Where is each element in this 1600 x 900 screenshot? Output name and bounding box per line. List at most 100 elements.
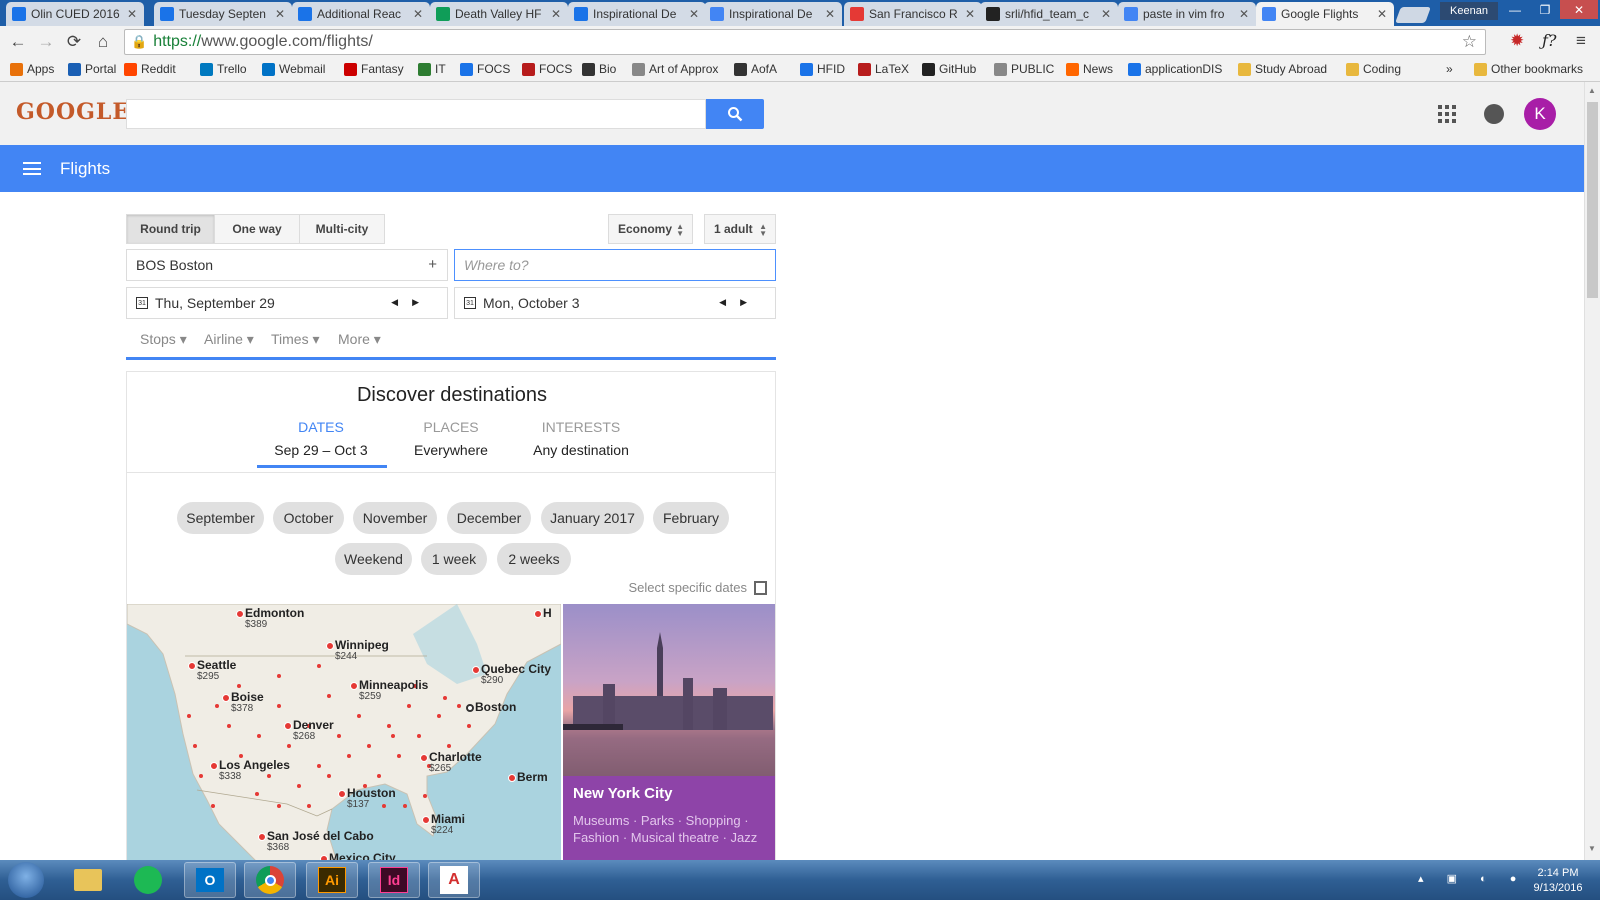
depart-date-field[interactable]: 31 Thu, September 29 ◀▶	[126, 287, 448, 319]
map-destination-dot[interactable]	[277, 704, 281, 708]
map-destination-dot[interactable]	[377, 774, 381, 778]
bookmark-item[interactable]: PUBLIC	[994, 62, 1054, 76]
filter-more[interactable]: More ▾	[338, 331, 381, 348]
passengers-select[interactable]: 1 adult ▲ ▼	[704, 214, 776, 244]
google-logo[interactable]: GOOGLE	[16, 99, 130, 125]
file-explorer-icon[interactable]	[62, 862, 114, 898]
map-destination-dot[interactable]	[237, 684, 241, 688]
map-destination-dot[interactable]	[443, 696, 447, 700]
map-destination-dot[interactable]	[193, 744, 197, 748]
chip-january-2017[interactable]: January 2017	[541, 502, 644, 534]
browser-tab[interactable]: Olin CUED 2016 ✕	[6, 2, 144, 26]
scroll-up-icon[interactable]: ▲	[1588, 86, 1596, 95]
bookmarks-overflow[interactable]: »	[1446, 62, 1453, 76]
date-stepper-arrows-icon[interactable]: ◀▶	[391, 297, 433, 308]
map-city-marker[interactable]: Los Angeles $338	[210, 758, 290, 782]
close-tab-icon[interactable]: ✕	[126, 7, 138, 21]
featured-destination-card[interactable]: New York City Museums · Parks · Shopping…	[563, 604, 775, 861]
back-icon[interactable]: ←	[6, 30, 30, 54]
bookmark-item[interactable]: Bio	[582, 62, 616, 76]
tab-interests[interactable]: INTERESTS Any destination	[517, 419, 645, 458]
scrollbar-thumb[interactable]	[1587, 102, 1598, 298]
profile-button[interactable]: Keenan	[1440, 2, 1498, 20]
map-city-marker[interactable]: Berm	[508, 770, 548, 784]
map-destination-dot[interactable]	[307, 804, 311, 808]
address-bar[interactable]: 🔒 https:// www.google.com /flights/ ☆	[124, 29, 1486, 55]
close-tab-icon[interactable]: ✕	[964, 7, 976, 21]
map-destination-dot[interactable]	[227, 724, 231, 728]
map-destination-dot[interactable]	[277, 804, 281, 808]
map-destination-dot[interactable]	[357, 714, 361, 718]
bookmark-item[interactable]: Coding	[1346, 62, 1401, 76]
minimize-button[interactable]: —	[1500, 0, 1530, 19]
map-destination-dot[interactable]	[297, 784, 301, 788]
other-bookmarks[interactable]: Other bookmarks	[1474, 62, 1583, 76]
tab-dates[interactable]: DATES Sep 29 – Oct 3	[257, 419, 385, 458]
browser-tab[interactable]: Inspirational De ✕	[568, 2, 706, 26]
bookmark-item[interactable]: LaTeX	[858, 62, 909, 76]
chip-september[interactable]: September	[177, 502, 264, 534]
home-icon[interactable]: ⌂	[91, 30, 115, 54]
chip-weekend[interactable]: Weekend	[335, 543, 412, 575]
bookmark-item[interactable]: Art of Approx	[632, 62, 718, 76]
chip-february[interactable]: February	[653, 502, 729, 534]
close-window-button[interactable]: ✕	[1560, 0, 1598, 19]
map-destination-dot[interactable]	[397, 754, 401, 758]
map-city-marker[interactable]: Miami $224	[422, 812, 465, 836]
map-destination-dot[interactable]	[317, 764, 321, 768]
map-city-marker[interactable]: H	[534, 606, 552, 620]
browser-tab[interactable]: Inspirational De ✕	[704, 2, 842, 26]
map-city-marker[interactable]: Denver $268	[284, 718, 334, 742]
chip-october[interactable]: October	[273, 502, 344, 534]
illustrator-icon[interactable]: Ai	[306, 862, 358, 898]
browser-tab[interactable]: Tuesday Septen ✕	[154, 2, 292, 26]
system-tray-icons[interactable]: ▴ ▣ ◐ ●	[1418, 872, 1526, 885]
bookmark-item[interactable]: GitHub	[922, 62, 976, 76]
filter-stops[interactable]: Stops ▾	[140, 331, 187, 348]
close-tab-icon[interactable]: ✕	[1376, 7, 1388, 21]
filter-times[interactable]: Times ▾	[271, 331, 320, 348]
acrobat-icon[interactable]: A	[428, 862, 480, 898]
bookmark-item[interactable]: Reddit	[124, 62, 176, 76]
map-destination-dot[interactable]	[211, 804, 215, 808]
chrome-icon[interactable]	[244, 862, 296, 898]
map-city-marker[interactable]: Minneapolis $259	[350, 678, 428, 702]
page-scrollbar[interactable]: ▲ ▼	[1584, 82, 1600, 860]
taskbar-clock[interactable]: 2:14 PM 9/13/2016	[1520, 866, 1596, 896]
map-city-marker[interactable]: Winnipeg $244	[326, 638, 389, 662]
browser-tab[interactable]: San Francisco R ✕	[844, 2, 982, 26]
browser-tab[interactable]: Additional Reac ✕	[292, 2, 430, 26]
filter-airline[interactable]: Airline ▾	[204, 331, 254, 348]
map-destination-dot[interactable]	[467, 724, 471, 728]
bookmark-item[interactable]: Portal	[68, 62, 116, 76]
chip-december[interactable]: December	[447, 502, 531, 534]
bookmark-item[interactable]: HFID	[800, 62, 845, 76]
map-destination-dot[interactable]	[347, 754, 351, 758]
trip-multi-city-button[interactable]: Multi-city	[299, 214, 385, 244]
chip-1-week[interactable]: 1 week	[421, 543, 487, 575]
map-destination-dot[interactable]	[317, 664, 321, 668]
bookmark-item[interactable]: AofA	[734, 62, 777, 76]
close-tab-icon[interactable]: ✕	[274, 7, 286, 21]
trip-round-trip-button[interactable]: Round trip	[126, 214, 215, 244]
close-tab-icon[interactable]: ✕	[824, 7, 836, 21]
map-destination-dot[interactable]	[407, 704, 411, 708]
indesign-icon[interactable]: Id	[368, 862, 420, 898]
map-city-marker[interactable]: Edmonton $389	[236, 606, 304, 630]
map-destination-dot[interactable]	[255, 792, 259, 796]
formula-extension-icon[interactable]: ƒ?	[1542, 31, 1557, 50]
map-destination-dot[interactable]	[337, 734, 341, 738]
bookmark-item[interactable]: Fantasy	[344, 62, 404, 76]
scroll-down-icon[interactable]: ▼	[1588, 844, 1596, 853]
map-city-marker[interactable]: Seattle $295	[188, 658, 236, 682]
bookmark-item[interactable]: applicationDIS	[1128, 62, 1222, 76]
search-button[interactable]	[706, 99, 764, 129]
select-specific-dates-link[interactable]: Select specific dates	[628, 580, 767, 595]
map-destination-dot[interactable]	[423, 794, 427, 798]
tab-places[interactable]: PLACES Everywhere	[387, 419, 515, 458]
maximize-button[interactable]: ❐	[1530, 0, 1560, 19]
trip-one-way-button[interactable]: One way	[214, 214, 300, 244]
map-destination-dot[interactable]	[447, 744, 451, 748]
map-destination-dot[interactable]	[391, 734, 395, 738]
origin-field[interactable]: BOS Boston +	[126, 249, 448, 281]
